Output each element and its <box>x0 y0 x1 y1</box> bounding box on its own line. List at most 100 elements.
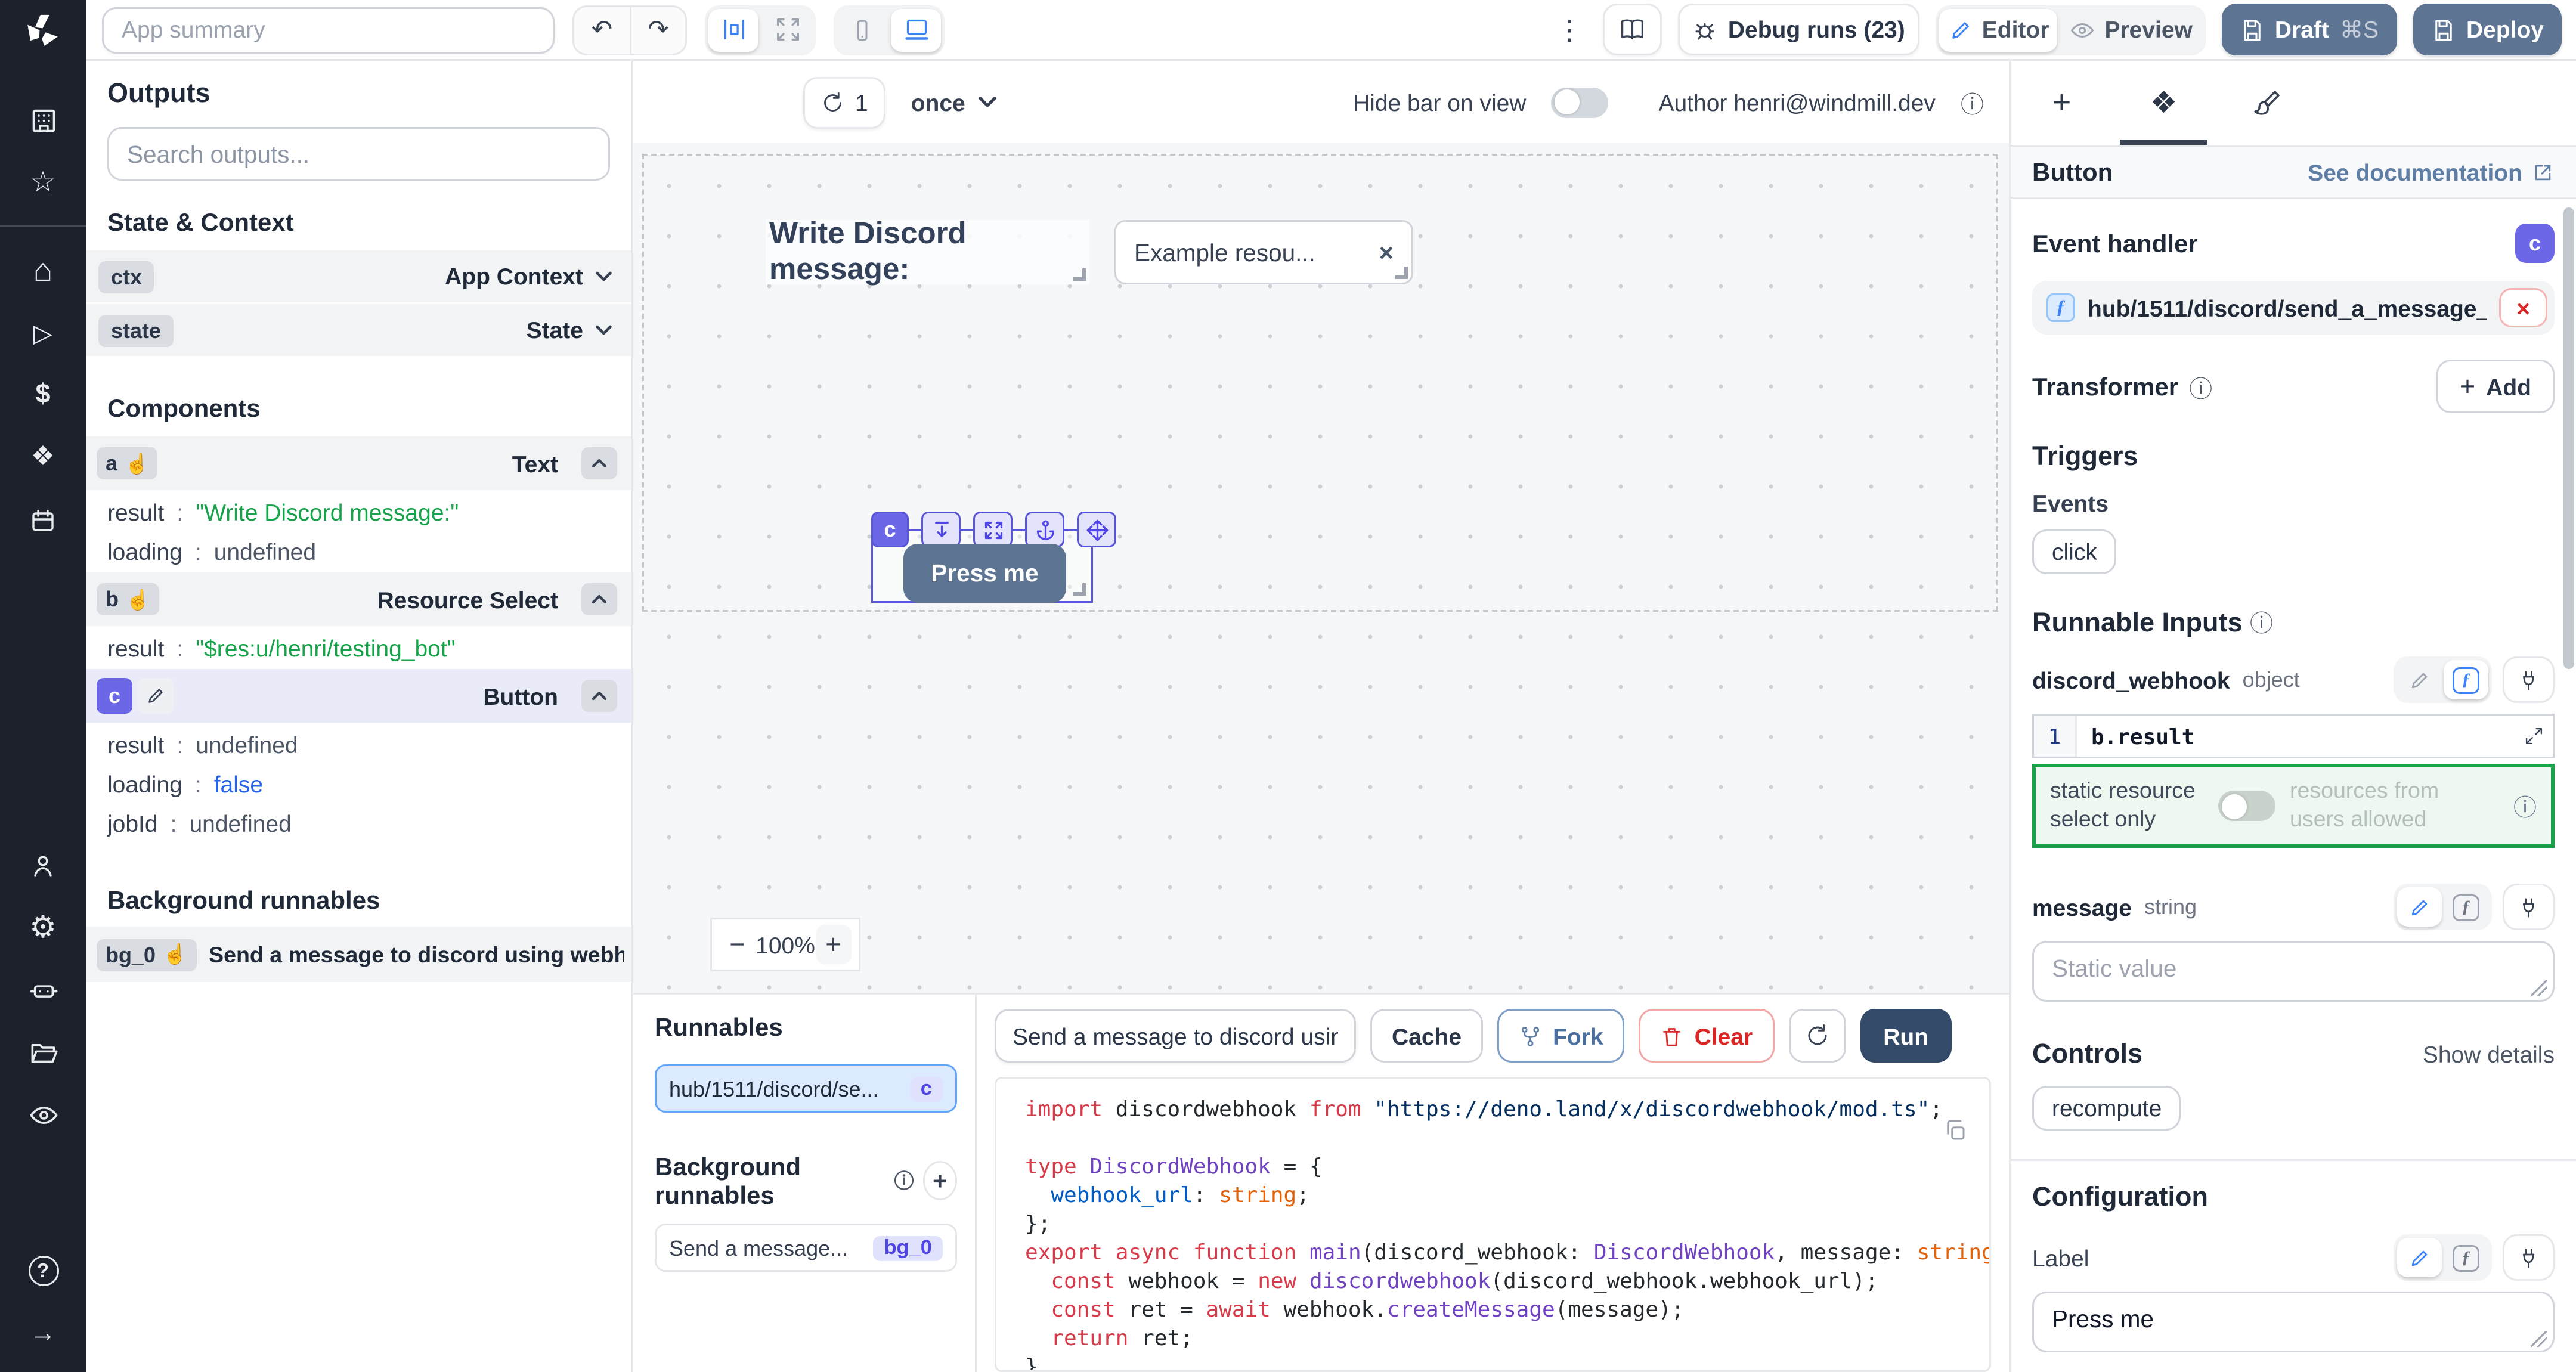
cache-button[interactable]: Cache <box>1370 1009 1483 1063</box>
info-icon[interactable]: ⓘ <box>2189 370 2212 404</box>
hide-bar-toggle[interactable] <box>1551 87 1608 117</box>
preview-tab[interactable]: Preview <box>2061 8 2201 51</box>
editor-tab[interactable]: Editor <box>1939 8 2058 51</box>
fullwidth-layout-button[interactable] <box>762 8 812 51</box>
move-button[interactable] <box>1077 512 1116 547</box>
info-icon[interactable]: ⓘ <box>2250 610 2273 637</box>
refresh-count-button[interactable]: 1 <box>803 76 886 128</box>
connect-mode-button[interactable]: ƒ <box>2444 660 2488 699</box>
component-header-c[interactable]: cButton <box>86 669 631 724</box>
users-icon[interactable] <box>0 834 86 896</box>
anchor-button[interactable] <box>1025 512 1064 547</box>
add-transformer-button[interactable]: +Add <box>2436 360 2555 413</box>
info-icon[interactable]: ⓘ <box>1961 85 1984 119</box>
component-id-pill[interactable]: b☝ <box>97 583 159 615</box>
resources-icon[interactable]: ❖ <box>0 426 86 488</box>
undo-button[interactable]: ↶ <box>574 7 630 53</box>
message-static-value-input[interactable] <box>2032 941 2555 1002</box>
bg-runnable-item[interactable]: Send a message... bg_0 <box>655 1224 957 1272</box>
schedule-dropdown[interactable]: once <box>911 89 998 116</box>
label-value-input[interactable]: Press me <box>2032 1292 2555 1353</box>
connect-mode-button[interactable]: ƒ <box>2444 1238 2488 1278</box>
expand-down-button[interactable] <box>921 512 961 547</box>
resource-select-component[interactable]: Example resou... × <box>1114 220 1413 284</box>
component-prop-row[interactable]: result:"$res:u/henri/testing_bot" <box>86 628 631 667</box>
see-documentation-link[interactable]: See documentation <box>2308 159 2555 185</box>
insert-component-tab[interactable]: + <box>2011 61 2113 145</box>
code-editor[interactable]: import discordwebhook from "https://deno… <box>995 1077 1991 1372</box>
component-prop-row[interactable]: loading:undefined <box>86 531 631 571</box>
text-component[interactable]: Write Discord message: <box>766 220 1089 284</box>
reload-script-button[interactable] <box>1788 1009 1846 1063</box>
search-outputs-input[interactable] <box>107 127 610 181</box>
remove-runnable-button[interactable]: × <box>2499 288 2547 327</box>
show-details-link[interactable]: Show details <box>2423 1042 2555 1069</box>
redo-button[interactable]: ↷ <box>630 7 685 53</box>
add-bg-runnable-button[interactable]: + <box>923 1161 957 1200</box>
settings-tab[interactable]: ❖ <box>2113 61 2215 145</box>
component-id-pill[interactable]: a☝ <box>97 447 158 479</box>
background-runnable-row[interactable]: bg_0 ☝ Send a message to discord using w… <box>86 927 631 982</box>
resize-handle[interactable] <box>1395 267 1408 279</box>
component-header-b[interactable]: b☝Resource Select <box>86 572 631 628</box>
app-summary-input[interactable] <box>102 7 555 53</box>
script-name-input[interactable] <box>995 1009 1356 1063</box>
favorites-star-icon[interactable]: ☆ <box>0 152 86 215</box>
variables-icon[interactable]: $ <box>0 363 86 426</box>
component-prop-row[interactable]: jobId:undefined <box>86 803 631 843</box>
draft-button[interactable]: Draft ⌘S <box>2221 4 2397 55</box>
ctx-row[interactable]: ctx App Context <box>86 250 631 304</box>
debug-runs-button[interactable]: Debug runs (23) <box>1678 4 1919 55</box>
workers-robot-icon[interactable] <box>0 959 86 1021</box>
home-icon[interactable]: ⌂ <box>0 238 86 301</box>
static-mode-button[interactable] <box>2397 1238 2442 1278</box>
collapse-button[interactable] <box>581 447 617 479</box>
docs-book-button[interactable] <box>1603 4 1662 55</box>
run-button[interactable]: Run <box>1860 1009 1952 1063</box>
plug-connect-button[interactable] <box>2503 1235 2555 1281</box>
schedules-icon[interactable] <box>0 488 86 551</box>
component-prop-row[interactable]: result:undefined <box>86 724 631 764</box>
plug-connect-button[interactable] <box>2503 656 2555 703</box>
help-icon[interactable]: ? <box>0 1240 86 1302</box>
more-menu-icon[interactable]: ⋮ <box>1553 14 1587 46</box>
component-header-a[interactable]: a☝Text <box>86 436 631 492</box>
audit-eye-icon[interactable] <box>0 1084 86 1147</box>
plug-connect-button[interactable] <box>2503 884 2555 931</box>
zoom-out-button[interactable]: − <box>719 925 756 964</box>
styling-tab[interactable] <box>2215 61 2317 145</box>
scrollbar-thumb[interactable] <box>2563 207 2574 669</box>
settings-gear-icon[interactable]: ⚙ <box>0 896 86 959</box>
selected-runnable-item[interactable]: hub/1511/discord/se... c <box>655 1064 957 1113</box>
pencil-icon[interactable] <box>138 678 174 714</box>
app-canvas[interactable]: Write Discord message: Example resou... … <box>633 143 2009 993</box>
mobile-view-button[interactable] <box>837 8 887 51</box>
zoom-in-button[interactable]: + <box>815 925 852 964</box>
collapse-button[interactable] <box>581 583 617 615</box>
windmill-logo[interactable] <box>0 0 86 61</box>
deploy-button[interactable]: Deploy <box>2413 4 2562 55</box>
center-layout-button[interactable] <box>708 8 758 51</box>
workspace-icon[interactable] <box>0 89 86 152</box>
component-prop-row[interactable]: result:"Write Discord message:" <box>86 492 631 531</box>
clear-button[interactable]: Clear <box>1639 1009 1775 1063</box>
state-row[interactable]: state State <box>86 304 631 358</box>
copy-code-icon[interactable] <box>1943 1118 1968 1150</box>
folders-icon[interactable] <box>0 1021 86 1084</box>
static-resource-toggle[interactable] <box>2218 791 2275 821</box>
info-icon[interactable]: ⓘ <box>894 1166 914 1195</box>
collapse-button[interactable] <box>581 680 617 712</box>
recompute-chip[interactable]: recompute <box>2032 1086 2181 1131</box>
event-handler-runnable[interactable]: ƒ hub/1511/discord/send_a_message_... × <box>2032 281 2555 335</box>
resize-handle[interactable] <box>1073 583 1086 596</box>
connect-mode-button[interactable]: ƒ <box>2444 888 2488 927</box>
selected-button-component[interactable]: c <box>871 529 1093 603</box>
press-me-button[interactable]: Press me <box>903 544 1066 603</box>
click-event-chip[interactable]: click <box>2032 529 2117 574</box>
collapse-rail-icon[interactable]: → <box>0 1302 86 1365</box>
component-prop-row[interactable]: loading:false <box>86 764 631 803</box>
runs-icon[interactable]: ▷ <box>0 301 86 363</box>
fullscreen-button[interactable] <box>973 512 1013 547</box>
resize-handle[interactable] <box>1073 268 1086 281</box>
clear-select-icon[interactable]: × <box>1379 238 1394 267</box>
